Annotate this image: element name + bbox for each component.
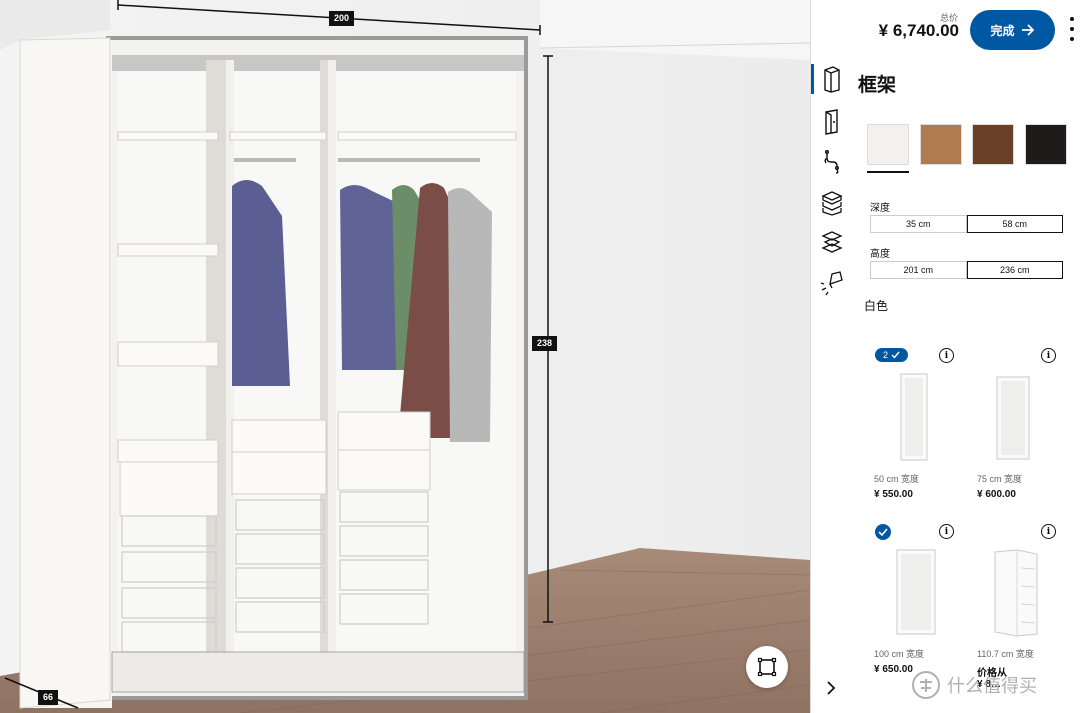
stack-boxes-icon bbox=[821, 191, 843, 216]
checkmark-icon bbox=[878, 528, 888, 536]
product-price: ¥ 600.00 bbox=[977, 489, 1016, 500]
quantity-value: 2 bbox=[882, 350, 888, 360]
basket-icon bbox=[821, 231, 843, 253]
frame-75cm-image[interactable] bbox=[995, 375, 1031, 463]
swatch-white[interactable] bbox=[867, 124, 909, 165]
swatch-black[interactable] bbox=[1025, 124, 1067, 165]
category-interior[interactable] bbox=[811, 186, 853, 220]
category-drawers[interactable] bbox=[811, 226, 853, 260]
depth-dimension-label: 66 bbox=[38, 690, 59, 705]
product-price: ¥ 550.00 bbox=[874, 489, 913, 500]
info-icon[interactable]: i bbox=[939, 348, 954, 363]
more-options-button[interactable] bbox=[1066, 14, 1078, 44]
selected-check-badge[interactable] bbox=[875, 524, 891, 540]
width-dimension-label: 200 bbox=[329, 11, 355, 26]
frame-50cm-image[interactable] bbox=[899, 372, 929, 464]
frame-100cm-image[interactable] bbox=[895, 548, 937, 638]
lamp-icon bbox=[820, 271, 843, 296]
door-icon bbox=[825, 109, 838, 135]
height-option-236[interactable]: 236 cm bbox=[966, 261, 1063, 279]
height-dimension-label: 238 bbox=[532, 336, 558, 351]
category-fittings[interactable] bbox=[811, 144, 853, 178]
dot bbox=[1070, 27, 1074, 31]
corner-frame-image[interactable] bbox=[991, 548, 1041, 638]
fit-view-button[interactable] bbox=[746, 646, 788, 688]
watermark: 什么值得买 bbox=[911, 670, 1037, 700]
total-price: ¥ 6,740.00 bbox=[878, 21, 959, 40]
swatch-oak[interactable] bbox=[920, 124, 962, 165]
wardrobe-scene[interactable] bbox=[0, 0, 810, 713]
chevron-right-icon[interactable] bbox=[823, 680, 839, 696]
depth-option-35[interactable]: 35 cm bbox=[870, 215, 967, 233]
swatch-selected-indicator bbox=[867, 171, 909, 173]
product-price: ¥ 650.00 bbox=[874, 664, 913, 675]
category-rail bbox=[811, 60, 853, 713]
dot bbox=[1070, 17, 1074, 21]
watermark-logo-icon bbox=[912, 671, 940, 699]
config-panel: 总价 ¥ 6,740.00 完成 框架 深度 35 cm 58 cm 高度 20… bbox=[810, 0, 1080, 713]
done-button[interactable]: 完成 bbox=[970, 10, 1055, 50]
info-icon[interactable]: i bbox=[1041, 348, 1056, 363]
swatch-walnut[interactable] bbox=[972, 124, 1014, 165]
planner-app: 200 238 66 总价 ¥ 6,740.00 完成 框架 深度 35 cm … bbox=[0, 0, 1080, 713]
depth-selector: 35 cm 58 cm bbox=[870, 215, 1063, 233]
category-doors[interactable] bbox=[811, 105, 853, 139]
info-icon[interactable]: i bbox=[939, 524, 954, 539]
wardrobe-frame-icon bbox=[824, 66, 840, 93]
info-icon[interactable]: i bbox=[1041, 524, 1056, 539]
frame-fit-icon bbox=[757, 657, 777, 677]
depth-label: 深度 bbox=[870, 203, 890, 214]
product-width: 75 cm 宽度 bbox=[977, 474, 1023, 484]
arrow-right-icon bbox=[1021, 24, 1034, 36]
height-selector: 201 cm 236 cm bbox=[870, 261, 1063, 279]
quantity-badge[interactable]: 2 bbox=[875, 348, 908, 362]
depth-option-58[interactable]: 58 cm bbox=[966, 215, 1063, 233]
category-lighting[interactable] bbox=[811, 266, 853, 300]
hanger-hook-icon bbox=[824, 150, 839, 174]
product-width: 100 cm 宽度 bbox=[874, 649, 925, 659]
dot bbox=[1070, 37, 1074, 41]
product-width: 110.7 cm 宽度 bbox=[977, 649, 1034, 659]
checkmark-icon bbox=[891, 351, 900, 359]
done-button-label: 完成 bbox=[990, 23, 1015, 38]
3d-viewport[interactable]: 200 238 66 bbox=[0, 0, 810, 713]
category-frame[interactable] bbox=[811, 62, 853, 96]
selected-color-name: 白色 bbox=[864, 299, 889, 313]
watermark-text: 什么值得买 bbox=[947, 676, 1037, 696]
section-title: 框架 bbox=[858, 75, 897, 96]
height-option-201[interactable]: 201 cm bbox=[870, 261, 967, 279]
panel-header: 总价 ¥ 6,740.00 完成 bbox=[811, 0, 1080, 60]
height-label: 高度 bbox=[870, 249, 890, 260]
product-width: 50 cm 宽度 bbox=[874, 474, 920, 484]
